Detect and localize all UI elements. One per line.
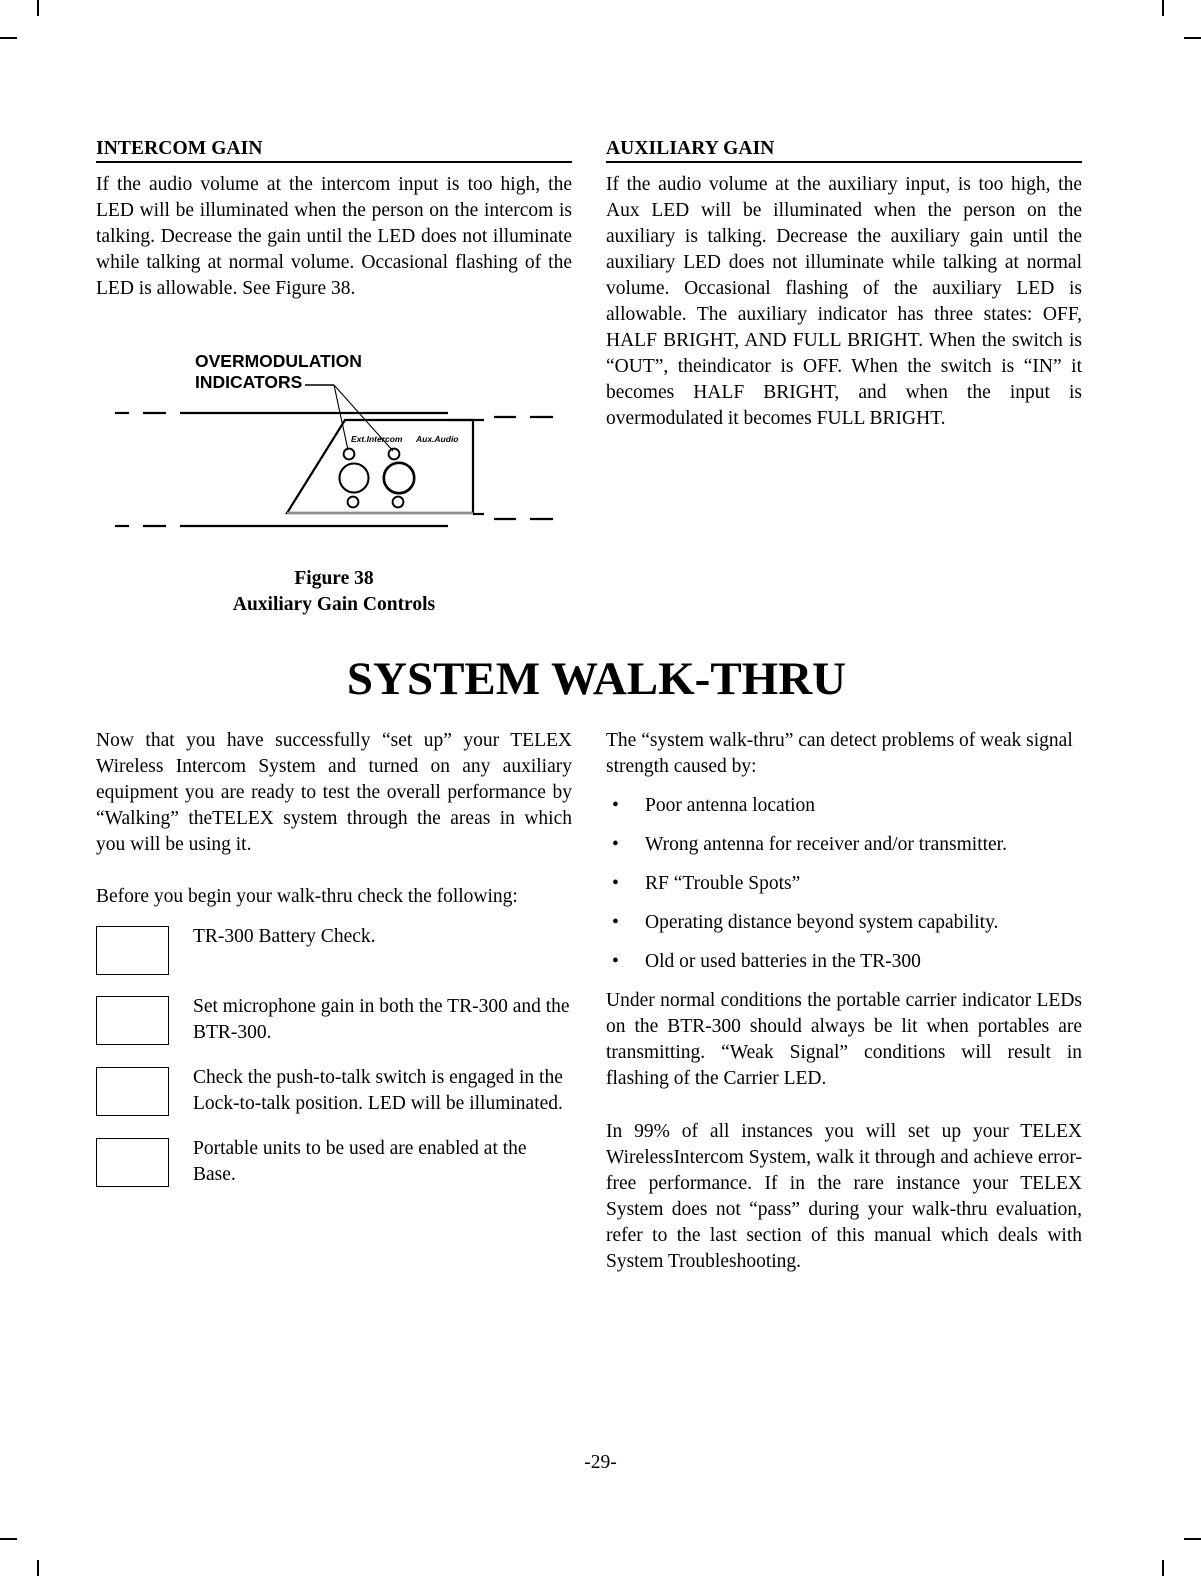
bottom-two-column-layout: Now that you have successfully “set up” … [96,728,1097,1275]
auxiliary-gain-controls-diagram: OVERMODULATION INDICATORS Ext.Intercom A… [115,351,553,528]
document-page: INTERCOM GAIN If the audio volume at the… [0,0,1201,1576]
walk-thru-right-column: The “system walk-thru” can detect proble… [606,728,1082,1275]
weak-signal-causes-list: • Poor antenna location • Wrong antenna … [606,793,1082,975]
walk-thru-intro-paragraph: Now that you have successfully “set up” … [96,730,572,856]
auxiliary-gain-heading-rule [606,161,1082,163]
walk-thru-detect-paragraph: The “system walk-thru” can detect proble… [606,730,1073,778]
intercom-gain-heading: INTERCOM GAIN [96,138,263,159]
panel-label-aux-audio: Aux.Audio [415,434,459,444]
system-walk-thru-title: SYSTEM WALK-THRU [346,653,847,706]
crop-mark-bottom-right-vertical [1162,1560,1164,1576]
figure-caption-line2: Auxiliary Gain Controls [232,593,436,615]
list-item: • Operating distance beyond system capab… [606,910,1082,936]
auxiliary-gain-paragraph: If the audio volume at the auxiliary inp… [606,174,1082,430]
crop-mark-bottom-left-vertical [37,1560,39,1576]
bullet-icon: • [612,795,619,817]
list-item: • RF “Trouble Spots” [606,871,1082,897]
list-item-label: RF “Trouble Spots” [645,873,801,895]
crop-mark-top-right-vertical [1162,0,1164,16]
bullet-icon: • [612,873,619,895]
normal-conditions-paragraph: Under normal conditions the portable car… [606,990,1082,1090]
jack-aux-lower [391,495,405,509]
list-item: • Poor antenna location [606,793,1082,819]
page-number: -29- [584,1452,617,1473]
crop-mark-top-left-horizontal [0,37,17,39]
checklist-item-label: TR-300 Battery Check. [193,926,376,948]
led-ext-intercom [342,447,356,461]
bullet-icon: • [612,834,619,856]
intercom-gain-heading-rule [96,161,572,163]
checklist-item[interactable]: Set microphone gain in both the TR-300 a… [96,994,572,1046]
list-item-label: Poor antenna location [645,795,816,817]
figure-caption-line1: Figure 38 [294,568,374,590]
checklist-item-label: Portable units to be used are enabled at… [193,1138,527,1185]
top-two-column-layout: INTERCOM GAIN If the audio volume at the… [96,138,1097,618]
bullet-icon: • [612,912,619,934]
figure-38: OVERMODULATION INDICATORS Ext.Intercom A… [96,348,572,618]
list-item-label: Old or used batteries in the TR-300 [645,951,921,973]
pre-walk-thru-checklist: TR-300 Battery Check. Set microphone gai… [96,924,572,1188]
closing-paragraph: In 99% of all instances you will set up … [606,1120,1082,1272]
intercom-gain-column: INTERCOM GAIN If the audio volume at the… [96,138,572,618]
checkbox[interactable] [96,926,169,976]
auxiliary-gain-column: AUXILIARY GAIN If the audio volume at th… [606,138,1082,618]
checkbox[interactable] [96,996,169,1046]
led-aux-audio [387,447,401,461]
knob-intercom-gain [338,462,370,494]
bullet-icon: • [612,951,619,973]
checkbox[interactable] [96,1138,169,1188]
callout-leader-left [333,385,349,451]
intercom-gain-paragraph: If the audio volume at the intercom inpu… [96,174,572,300]
crop-mark-bottom-left-horizontal [0,1538,17,1540]
checklist-item[interactable]: Portable units to be used are enabled at… [96,1136,572,1188]
crop-mark-top-left-vertical [37,0,39,16]
checklist-item-label: Check the push-to-talk switch is engaged… [193,1067,563,1115]
crop-mark-top-right-horizontal [1184,37,1201,39]
walk-thru-before-paragraph: Before you begin your walk-thru check th… [96,886,518,908]
list-item: • Old or used batteries in the TR-300 [606,949,1082,975]
knob-auxiliary-gain [382,461,416,495]
checklist-item[interactable]: Check the push-to-talk switch is engaged… [96,1065,572,1117]
panel-label-ext-intercom: Ext.Intercom [351,434,403,444]
overmodulation-callout-line1: OVERMODULATION [195,351,362,371]
checkbox[interactable] [96,1067,169,1117]
overmodulation-callout-line2: INDICATORS [195,372,302,392]
list-item-label: Operating distance beyond system capabil… [645,912,999,934]
list-item: • Wrong antenna for receiver and/or tran… [606,832,1082,858]
figure-caption: Figure 38 Auxiliary Gain Controls [96,566,572,617]
auxiliary-gain-heading: AUXILIARY GAIN [606,138,775,159]
jack-intercom-lower [346,495,360,509]
checklist-item[interactable]: TR-300 Battery Check. [96,924,572,976]
page-content: INTERCOM GAIN If the audio volume at the… [96,138,1097,1275]
checklist-item-label: Set microphone gain in both the TR-300 a… [193,996,570,1044]
walk-thru-left-column: Now that you have successfully “set up” … [96,728,572,1275]
list-item-label: Wrong antenna for receiver and/or transm… [645,834,1007,856]
crop-mark-bottom-right-horizontal [1184,1538,1201,1540]
